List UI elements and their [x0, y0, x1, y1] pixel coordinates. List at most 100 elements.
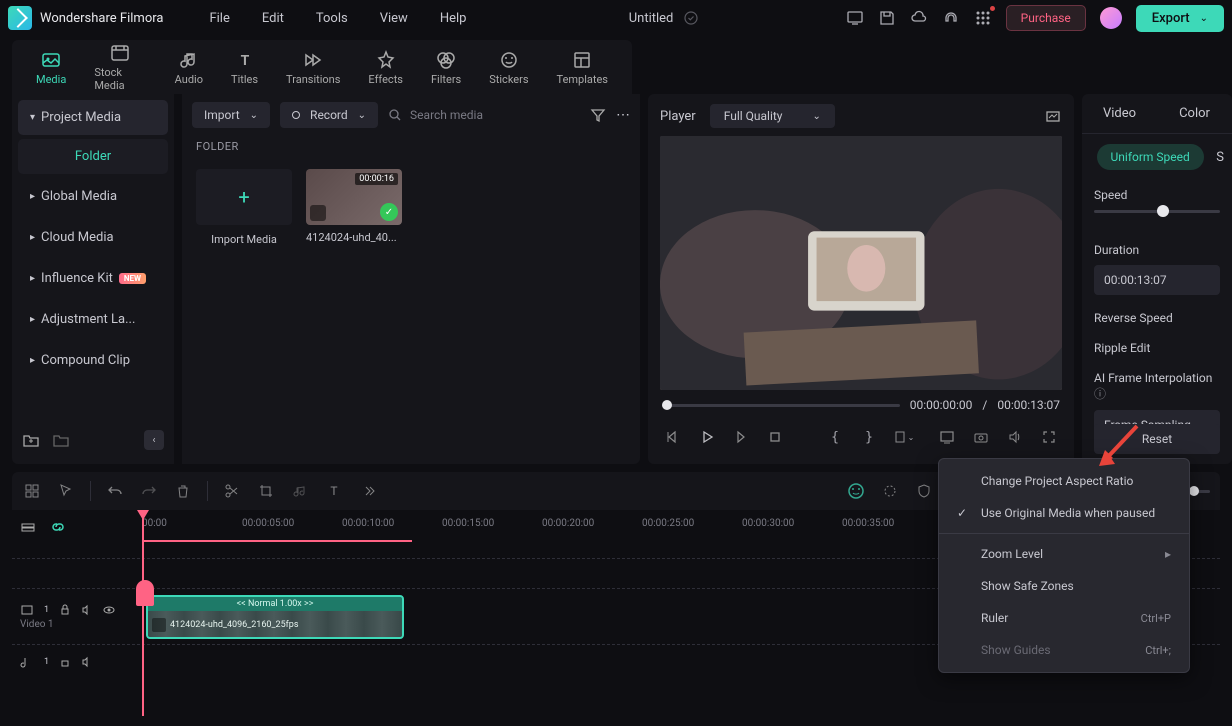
more-tools-icon[interactable]: [358, 481, 378, 501]
project-media-dropdown[interactable]: ▾Project Media: [18, 100, 168, 135]
ai-icon[interactable]: [846, 481, 866, 501]
folder-section-label: FOLDER: [182, 136, 640, 157]
tab-titles[interactable]: TTitles: [217, 45, 272, 90]
undo-icon[interactable]: [105, 481, 125, 501]
tab-stickers[interactable]: Stickers: [475, 45, 542, 90]
tab-color[interactable]: Color: [1157, 94, 1232, 133]
info-icon[interactable]: ⓘ: [1094, 387, 1106, 401]
audio-track-icon[interactable]: [20, 655, 34, 669]
new-folder-icon[interactable]: [22, 431, 40, 449]
menu-file[interactable]: File: [193, 11, 245, 26]
record-dropdown[interactable]: Record⌄: [280, 102, 378, 128]
lock-track-icon[interactable]: [59, 604, 71, 616]
stock-media-icon: [109, 42, 131, 64]
menu-edit[interactable]: Edit: [246, 11, 300, 26]
ctx-ruler[interactable]: RulerCtrl+P: [939, 602, 1189, 634]
folder-view-icon[interactable]: [52, 431, 70, 449]
export-button[interactable]: Export⌄: [1136, 5, 1224, 32]
mark-out-button[interactable]: }: [856, 424, 882, 450]
media-clip[interactable]: 00:00:16 ✓ 4124024-uhd_40...: [306, 169, 402, 246]
next-frame-button[interactable]: [728, 424, 754, 450]
timeline-add-track-icon[interactable]: [20, 519, 36, 535]
save-icon[interactable]: [878, 9, 896, 27]
app-logo: [8, 6, 32, 30]
sidebar-compound-clip[interactable]: ▸Compound Clip: [18, 342, 168, 379]
mark-in-button[interactable]: {: [822, 424, 848, 450]
split-icon[interactable]: [222, 481, 242, 501]
tab-effects[interactable]: Effects: [354, 45, 417, 90]
tab-stock-media[interactable]: Stock Media: [80, 38, 160, 96]
support-icon[interactable]: [942, 9, 960, 27]
duration-value[interactable]: 00:00:13:07: [1094, 265, 1220, 295]
tab-filters[interactable]: Filters: [417, 45, 475, 90]
lock-audio-icon[interactable]: [59, 656, 71, 668]
document-title[interactable]: Untitled: [629, 11, 674, 26]
ctx-zoom-level[interactable]: Zoom Level▸: [939, 538, 1189, 570]
play-button[interactable]: [694, 424, 720, 450]
timeline-link-icon[interactable]: [50, 519, 66, 535]
visibility-icon[interactable]: [103, 604, 115, 616]
reset-button[interactable]: Reset: [1094, 424, 1220, 454]
sidebar-adjustment-layer[interactable]: ▸Adjustment La...: [18, 301, 168, 338]
ripple-edit-toggle[interactable]: Ripple Edit: [1094, 341, 1220, 355]
collapse-sidebar-button[interactable]: ‹: [144, 430, 164, 450]
stop-button[interactable]: [762, 424, 788, 450]
sidebar-influence-kit[interactable]: ▸Influence KitNEW: [18, 260, 168, 297]
layout-icon[interactable]: [22, 481, 42, 501]
cloud-icon[interactable]: [910, 9, 928, 27]
effects-tool-icon[interactable]: [880, 481, 900, 501]
ctx-change-aspect-ratio[interactable]: Change Project Aspect Ratio: [939, 465, 1189, 497]
display-settings-icon[interactable]: [934, 424, 960, 450]
ctx-use-original-media[interactable]: ✓Use Original Media when paused: [939, 497, 1189, 529]
clip-duration: 00:00:16: [355, 173, 398, 185]
music-icon[interactable]: [290, 481, 310, 501]
mute-audio-icon[interactable]: [81, 656, 93, 668]
apps-icon[interactable]: [974, 9, 992, 27]
sidebar-global-media[interactable]: ▸Global Media: [18, 178, 168, 215]
more-options-icon[interactable]: ⋯: [616, 107, 630, 123]
menu-tools[interactable]: Tools: [300, 11, 364, 26]
search-icon: [388, 108, 402, 122]
filter-icon[interactable]: [590, 107, 606, 123]
import-dropdown[interactable]: Import⌄: [192, 102, 270, 128]
video-track-icon[interactable]: [20, 603, 34, 617]
marker-dropdown[interactable]: ⌄: [890, 424, 916, 450]
purchase-button[interactable]: Purchase: [1006, 5, 1086, 31]
quality-dropdown[interactable]: Full Quality⌄: [710, 104, 835, 128]
folder-tab[interactable]: Folder: [18, 139, 168, 174]
delete-icon[interactable]: [173, 481, 193, 501]
user-avatar[interactable]: [1100, 7, 1122, 29]
tab-transitions[interactable]: Transitions: [272, 45, 354, 90]
video-preview[interactable]: [660, 136, 1062, 390]
redo-icon[interactable]: [139, 481, 159, 501]
text-tool-icon[interactable]: T: [324, 481, 344, 501]
selection-tool-icon[interactable]: [56, 481, 76, 501]
tab-audio[interactable]: Audio: [161, 45, 217, 90]
menu-help[interactable]: Help: [424, 11, 483, 26]
speed-tab-partial[interactable]: S: [1216, 150, 1224, 165]
playhead[interactable]: [142, 510, 144, 716]
speed-slider[interactable]: [1094, 210, 1220, 213]
timeline-clip[interactable]: << Normal 1.00x >> 4124024-uhd_4096_2160…: [146, 595, 404, 639]
player-progress[interactable]: [662, 404, 900, 407]
prev-frame-button[interactable]: [660, 424, 686, 450]
tab-media[interactable]: Media: [22, 45, 80, 90]
shield-tool-icon[interactable]: [914, 481, 934, 501]
menu-view[interactable]: View: [364, 11, 424, 26]
tab-templates[interactable]: Templates: [543, 45, 622, 90]
player-label: Player: [660, 109, 696, 124]
sidebar-cloud-media[interactable]: ▸Cloud Media: [18, 219, 168, 256]
tab-video[interactable]: Video: [1082, 94, 1157, 133]
volume-icon[interactable]: [1002, 424, 1028, 450]
fullscreen-icon[interactable]: [1036, 424, 1062, 450]
ctx-show-safe-zones[interactable]: Show Safe Zones: [939, 570, 1189, 602]
reverse-speed-toggle[interactable]: Reverse Speed: [1094, 311, 1220, 325]
snapshot-mode-icon[interactable]: [1044, 107, 1062, 125]
uniform-speed-tab[interactable]: Uniform Speed: [1097, 144, 1204, 170]
crop-icon[interactable]: [256, 481, 276, 501]
import-media-tile[interactable]: +: [196, 169, 292, 225]
search-media[interactable]: Search media: [388, 108, 580, 122]
display-icon[interactable]: [846, 9, 864, 27]
mute-track-icon[interactable]: [81, 604, 93, 616]
snapshot-icon[interactable]: [968, 424, 994, 450]
